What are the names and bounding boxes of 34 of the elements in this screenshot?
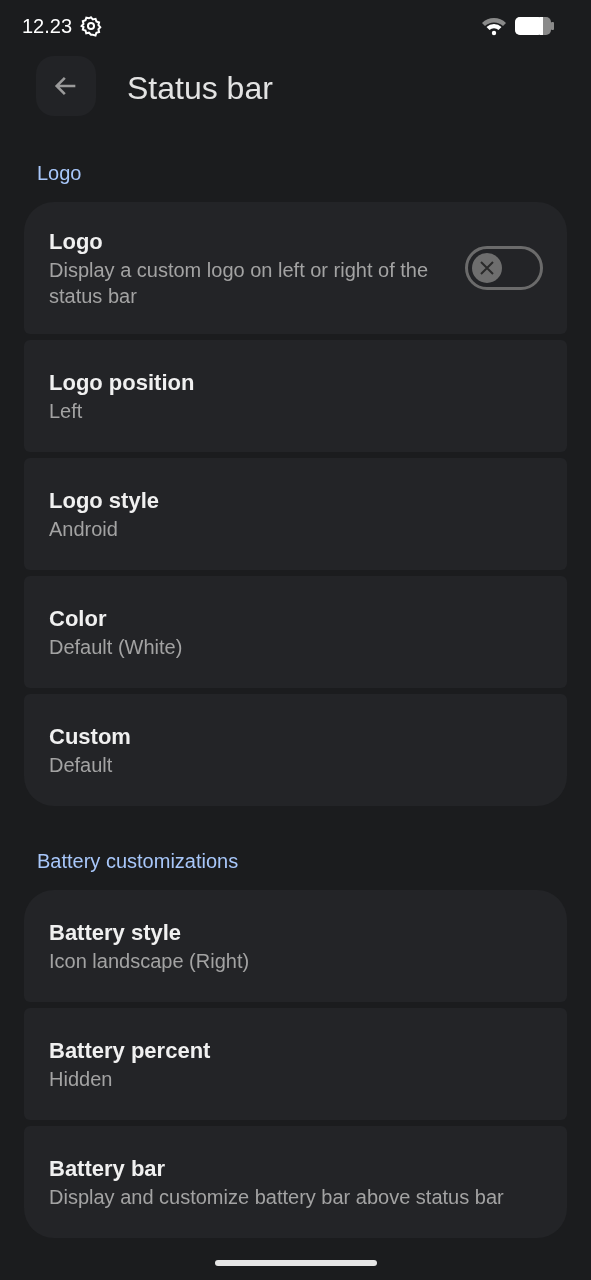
settings-item[interactable]: Custom Default: [24, 694, 567, 806]
item-title: Custom: [49, 723, 132, 751]
item-title: Battery percent: [49, 1037, 212, 1065]
item-title: Logo style: [49, 487, 160, 515]
settings-item[interactable]: Battery percent Hidden: [24, 1008, 567, 1120]
back-button[interactable]: [36, 56, 96, 116]
page-title: Status bar: [127, 69, 273, 108]
settings-item[interactable]: Battery bar Display and customize battery bar above status bar: [24, 1126, 567, 1238]
clock: 12.23: [22, 14, 73, 39]
wifi-icon: [481, 16, 507, 36]
item-summary: Left: [49, 399, 84, 424]
settings-item[interactable]: Logo style Android: [24, 458, 567, 570]
settings-item[interactable]: Logo position Left: [24, 340, 567, 452]
item-summary: Android: [49, 517, 119, 542]
item-title: Battery bar: [49, 1155, 167, 1183]
close-icon: [479, 260, 495, 276]
item-summary: Default (White): [49, 635, 184, 660]
item-title: Battery style: [49, 919, 183, 947]
item-summary: Display and customize battery bar above status bar: [49, 1185, 505, 1210]
section-header: Logo: [36, 161, 83, 186]
item-summary: Icon landscape (Right): [49, 949, 251, 974]
item-summary: Default: [49, 753, 114, 778]
item-summary: Display a custom logo on left or right of the status bar: [49, 258, 430, 309]
settings-icon: [80, 15, 103, 37]
settings-item[interactable]: Color Default (White): [24, 576, 567, 688]
item-title: Color: [49, 605, 108, 633]
item-title: Logo: [49, 228, 104, 256]
section-header: Battery customizations: [36, 849, 240, 874]
item-summary: Hidden: [49, 1067, 114, 1092]
battery-icon: [515, 16, 555, 36]
settings-item[interactable]: Logo Display a custom logo on left or right of the status bar: [24, 202, 567, 334]
item-title: Logo position: [49, 369, 196, 397]
toggle-switch[interactable]: [465, 246, 543, 290]
settings-item[interactable]: Battery style Icon landscape (Right): [24, 890, 567, 1002]
